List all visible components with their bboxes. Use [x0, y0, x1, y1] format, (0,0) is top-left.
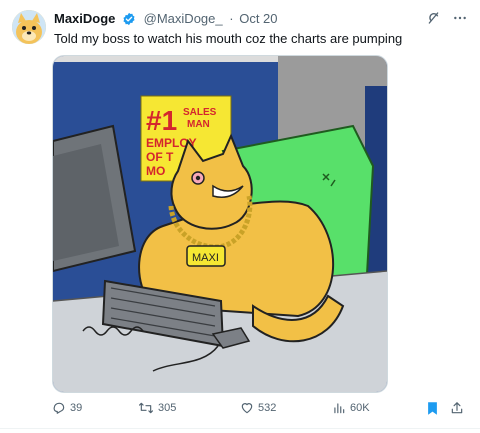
post-date[interactable]: Oct 20: [239, 11, 277, 26]
verified-badge-icon: [122, 12, 136, 29]
bookmark-icon: [428, 402, 437, 415]
header-actions: [426, 10, 468, 26]
reply-button[interactable]: 39: [52, 401, 82, 415]
bookmark-button[interactable]: [426, 401, 439, 416]
divider: [0, 428, 480, 429]
like-button[interactable]: 532: [240, 401, 276, 415]
separator-dot: ·: [229, 11, 234, 26]
repost-button[interactable]: 305: [138, 401, 176, 415]
display-name[interactable]: MaxiDoge: [54, 11, 115, 26]
sign-of-the: OF T: [146, 150, 174, 164]
sign-man: MAN: [187, 119, 210, 130]
avatar[interactable]: [12, 10, 46, 44]
user-handle[interactable]: @MaxiDoge_: [144, 11, 223, 26]
avatar-image: [12, 10, 46, 44]
cartoon-illustration: #1 SALES MAN EMPLOY OF T MO MAXI: [53, 56, 387, 392]
sign-month: MO: [146, 164, 165, 178]
sign-number: #1: [146, 105, 177, 136]
tweet: MaxiDoge @MaxiDoge_ · Oct 20 Told my bos…: [0, 0, 480, 433]
views-button[interactable]: 60K: [332, 401, 370, 415]
repost-count: 305: [158, 402, 177, 414]
tweet-image[interactable]: #1 SALES MAN EMPLOY OF T MO MAXI: [52, 55, 388, 393]
reply-icon: [53, 402, 65, 414]
pendant-label: MAXI: [192, 252, 219, 264]
more-icon[interactable]: [452, 10, 468, 26]
views-count: 60K: [350, 402, 370, 414]
views-icon: [334, 403, 345, 414]
tweet-header: MaxiDoge @MaxiDoge_ · Oct 20: [54, 11, 468, 31]
like-icon: [241, 403, 253, 414]
like-count: 532: [258, 402, 277, 414]
share-icon: [451, 402, 463, 414]
sign-sales: SALES: [183, 107, 217, 118]
action-bar: 39 305 532 60K: [52, 397, 468, 419]
share-button[interactable]: [450, 401, 464, 415]
repost-icon: [138, 402, 153, 414]
tweet-text: Told my boss to watch his mouth coz the …: [54, 31, 403, 46]
grok-icon[interactable]: [426, 10, 442, 26]
reply-count: 39: [70, 402, 83, 414]
